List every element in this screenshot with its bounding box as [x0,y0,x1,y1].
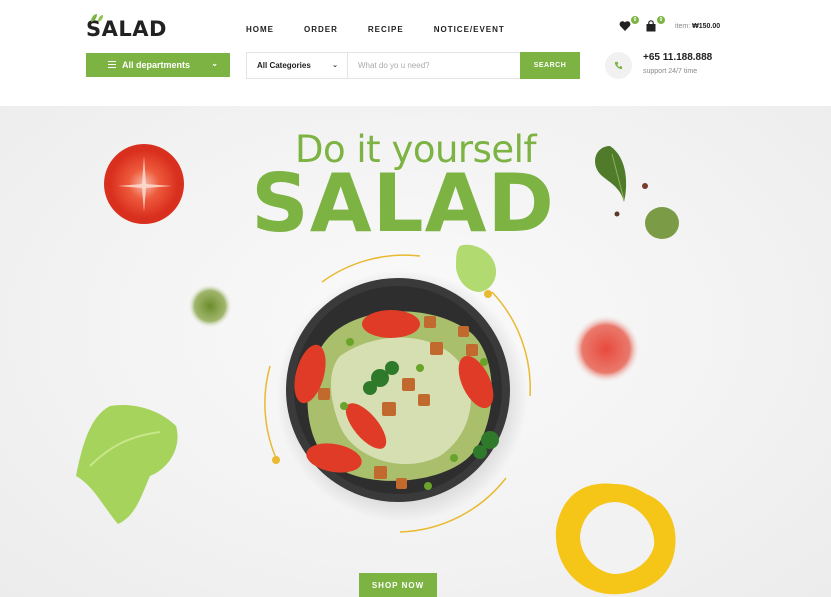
search-input[interactable] [348,53,520,78]
search-button[interactable]: SEARCH [520,52,580,79]
cart-label: item: [675,22,691,30]
heart-icon [619,21,631,31]
broccoli-decoration [188,284,232,328]
cart-summary[interactable]: item: ₩150.00 [675,23,720,30]
nav-notice-event[interactable]: NOTICE/EVENT [434,25,505,34]
main-nav: HOME ORDER RECIPE NOTICE/EVENT [246,25,535,34]
nav-order[interactable]: ORDER [304,25,338,34]
header-actions: 0 0 item: ₩150.00 [619,16,720,33]
hero-title: SALAD [251,157,555,250]
menu-icon [108,61,116,68]
cart-total: ₩150.00 [692,22,721,30]
chevron-down-icon: ⌄ [332,62,338,69]
category-select-value: All Categories [257,61,311,70]
nav-recipe[interactable]: RECIPE [368,25,404,34]
hero-banner: Do it yourself SALAD SHOP NOW [0,106,831,597]
shop-now-button[interactable]: SHOP NOW [359,573,437,597]
all-departments-label: All departments [122,60,191,70]
wishlist-count-badge: 0 [631,16,639,24]
nav-home[interactable]: HOME [246,25,274,34]
blurred-tomato-decoration [572,315,640,383]
cart-button[interactable]: 0 [645,16,665,33]
phone-icon [614,61,623,70]
all-departments-button[interactable]: All departments ⌄ [86,53,230,77]
cart-count-badge: 0 [657,16,665,24]
category-select[interactable]: All Categories ⌄ [247,53,348,78]
support-hours: support 24/7 time [643,68,698,75]
phone-number: +65 11.188.888 [643,52,713,63]
phone-icon-circle [605,52,632,79]
shopping-bag-icon [646,20,656,32]
logo[interactable]: SALAD [86,14,167,41]
site-header: SALAD HOME ORDER RECIPE NOTICE/EVENT 0 0… [0,0,831,106]
search-bar: All Categories ⌄ SEARCH [246,52,580,79]
leaf-icon [91,14,103,22]
chevron-down-icon: ⌄ [211,59,218,68]
wishlist-button[interactable]: 0 [619,16,639,33]
